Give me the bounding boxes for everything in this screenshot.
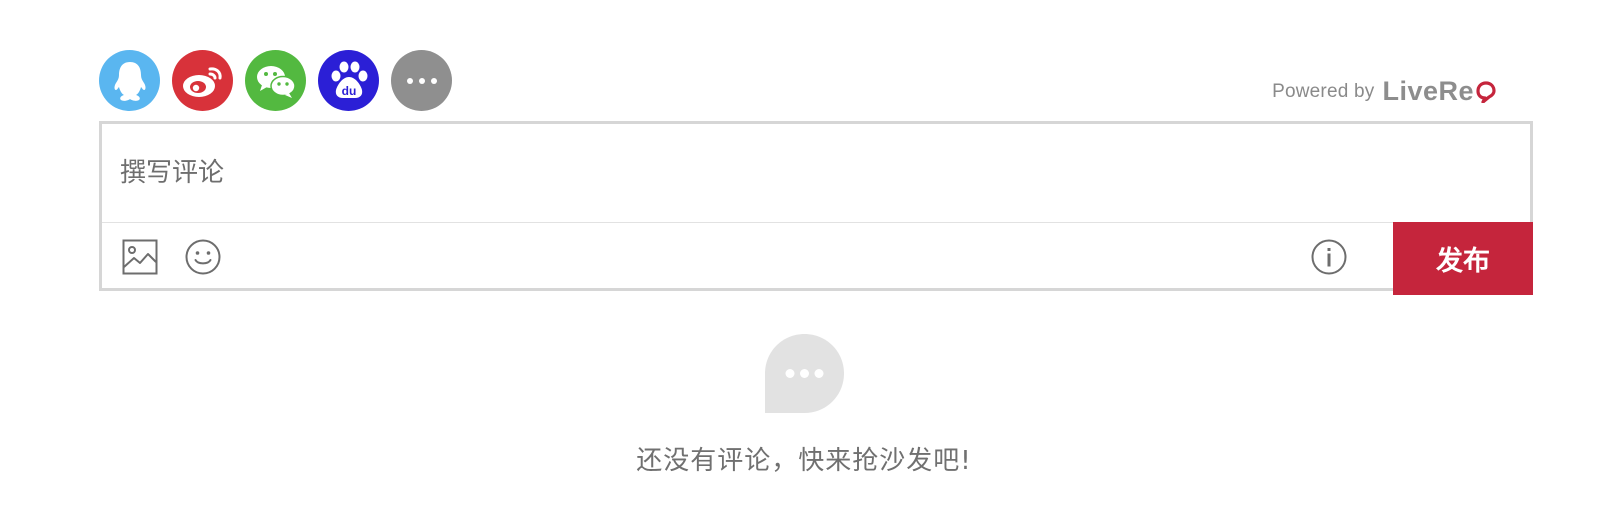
baidu-icon: du: [331, 61, 367, 98]
weibo-icon: [182, 66, 222, 97]
more-login-options-button[interactable]: [391, 50, 452, 111]
info-icon: [1311, 239, 1347, 275]
comment-input[interactable]: [102, 124, 1530, 222]
more-icon: [406, 77, 437, 84]
qq-icon: [114, 61, 145, 101]
powered-by-text: Powered by: [1272, 80, 1375, 102]
comment-editor: 发布: [99, 121, 1533, 295]
info-button[interactable]: [1309, 237, 1349, 277]
comment-bubble-icon: [764, 333, 845, 414]
wechat-login-button[interactable]: [245, 50, 306, 111]
emoji-icon: [185, 239, 221, 275]
powered-by-livere[interactable]: Powered by LiveRe: [1272, 76, 1496, 107]
empty-comments-message: 还没有评论，快来抢沙发吧!: [636, 446, 972, 476]
empty-comments: 还没有评论，快来抢沙发吧!: [0, 333, 1608, 477]
editor-toolbar: 发布: [102, 222, 1533, 295]
baidu-login-button[interactable]: du: [318, 50, 379, 111]
social-login-bar: du: [99, 50, 452, 112]
livere-bubble-icon: [1476, 80, 1496, 103]
svg-text:du: du: [341, 84, 356, 98]
qq-login-button[interactable]: [99, 50, 160, 111]
insert-image-button[interactable]: [120, 237, 160, 277]
livere-logo: LiveRe: [1382, 76, 1496, 107]
submit-button[interactable]: 发布: [1393, 222, 1533, 295]
wechat-icon: [256, 65, 296, 98]
weibo-login-button[interactable]: [172, 50, 233, 111]
livere-logo-text: LiveRe: [1382, 76, 1474, 106]
insert-emoji-button[interactable]: [183, 237, 223, 277]
image-icon: [122, 239, 158, 275]
